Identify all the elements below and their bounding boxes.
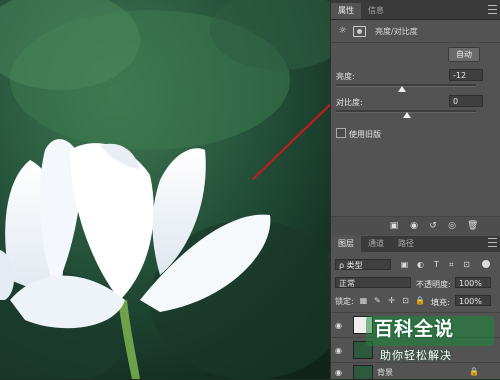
reset-icon[interactable]: ↺	[428, 221, 438, 231]
brightness-input[interactable]: -12	[449, 69, 483, 81]
layers-tabbar: 图层 通道 路径	[331, 236, 500, 252]
trash-icon[interactable]: 🗑	[467, 221, 478, 231]
tab-paths[interactable]: 路径	[391, 236, 421, 252]
blend-mode-select[interactable]: 正常	[335, 277, 411, 288]
adjustment-title: 亮度/对比度	[375, 26, 418, 36]
filter-toggle-icon[interactable]	[482, 260, 490, 268]
type-filter-icon[interactable]: T	[432, 260, 441, 269]
auto-button[interactable]: 自动	[448, 47, 480, 62]
tab-properties[interactable]: 属性	[331, 3, 361, 19]
shape-filter-icon[interactable]: ⌗	[447, 260, 456, 269]
lock-position-icon[interactable]: ✛	[387, 296, 396, 305]
layer-visibility-eye-icon[interactable]: ◉	[335, 321, 345, 330]
layers-menu-icon[interactable]	[488, 238, 497, 247]
fill-label: 填充:	[431, 298, 450, 307]
lock-label: 锁定:	[335, 297, 354, 306]
lock-transparent-icon[interactable]: ▦	[359, 296, 368, 305]
contrast-slider-thumb[interactable]	[403, 112, 411, 118]
watermark-title: 百科全说	[374, 318, 455, 340]
properties-footer: ▣ ◉ ↺ ◎ 🗑	[331, 216, 500, 235]
layer-visibility-eye-icon[interactable]: ◉	[335, 368, 345, 377]
panel-menu-icon[interactable]	[488, 5, 497, 14]
fill-input[interactable]: 100%	[455, 295, 491, 306]
view-previous-icon[interactable]: ◉	[409, 221, 419, 231]
lock-artboard-icon[interactable]: ⊡	[401, 296, 410, 305]
tab-layers[interactable]: 图层	[331, 236, 361, 252]
lock-all-icon[interactable]: 🔒	[415, 296, 425, 305]
layer-mask-icon[interactable]	[353, 25, 366, 37]
clip-to-layer-icon[interactable]: ▣	[389, 221, 399, 231]
smart-object-filter-icon[interactable]: ⊡	[462, 260, 471, 269]
tab-channels[interactable]: 通道	[361, 236, 391, 252]
brightness-adjustment-icon: ☼	[338, 25, 347, 36]
brightness-slider-thumb[interactable]	[398, 86, 406, 92]
opacity-label: 不透明度:	[416, 280, 451, 289]
lock-image-icon[interactable]: ✎	[373, 296, 382, 305]
adjustment-filter-icon[interactable]: ◐	[416, 260, 425, 269]
layer-visibility-eye-icon[interactable]: ◉	[335, 346, 345, 355]
canvas-photo	[0, 0, 330, 379]
contrast-label: 对比度:	[336, 98, 363, 107]
visibility-eye-icon[interactable]: ◎	[447, 221, 457, 231]
properties-tabbar: 属性 信息	[331, 0, 500, 20]
use-legacy-checkbox[interactable]	[336, 128, 346, 138]
brightness-label: 亮度:	[336, 72, 355, 81]
pixel-filter-icon[interactable]: ▣	[400, 260, 409, 269]
contrast-input[interactable]: 0	[449, 95, 483, 107]
brightness-slider-track[interactable]	[336, 84, 476, 87]
use-legacy-label: 使用旧版	[349, 130, 381, 139]
opacity-input[interactable]: 100%	[455, 277, 491, 288]
watermark-subtitle: 助你轻松解决	[380, 349, 452, 362]
watermark: 百科全说 助你轻松解决	[366, 314, 496, 374]
layer-filter-select[interactable]: ρ 类型	[335, 259, 391, 270]
tab-info[interactable]: 信息	[361, 3, 391, 19]
lotus-image	[0, 0, 330, 379]
properties-header: ☼ 亮度/对比度	[331, 20, 500, 43]
